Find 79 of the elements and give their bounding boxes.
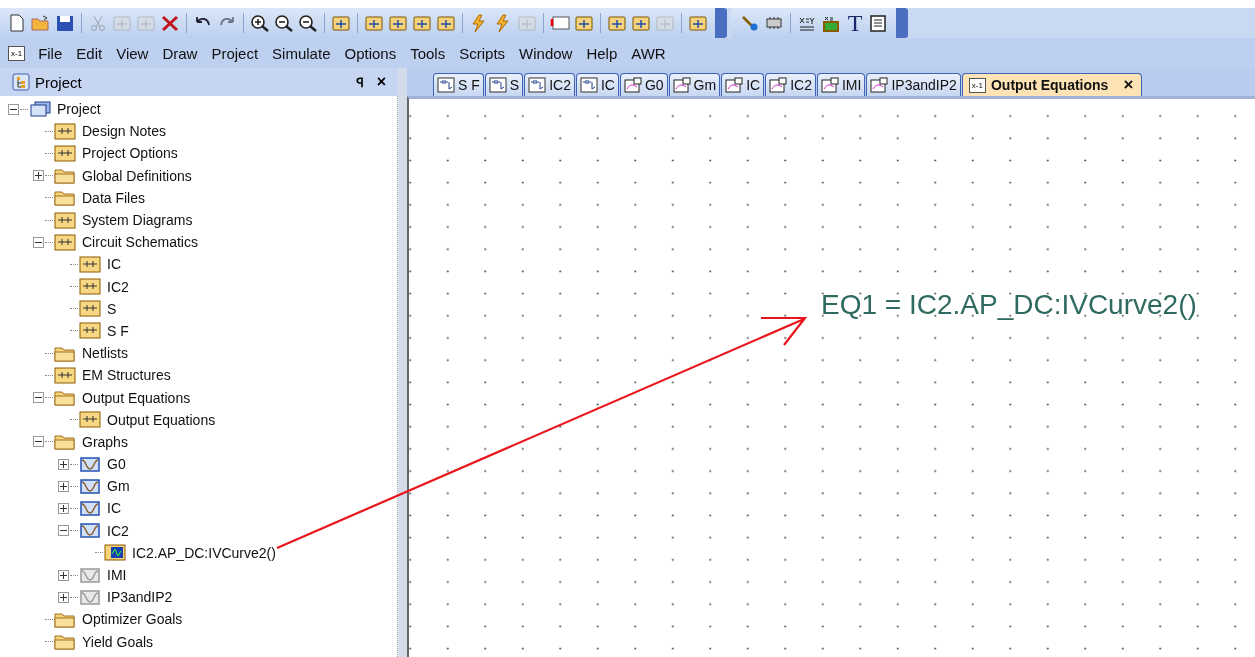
text-tool-button[interactable]: T bbox=[844, 11, 866, 35]
document-tab[interactable]: Gm bbox=[668, 73, 721, 96]
graph-icon bbox=[870, 77, 889, 93]
menu-item[interactable]: Scripts bbox=[452, 44, 513, 62]
document-tab[interactable]: S F bbox=[433, 73, 484, 96]
expander-icon[interactable] bbox=[33, 436, 44, 448]
tree-item[interactable]: EM Structures bbox=[82, 367, 171, 384]
expander-icon[interactable] bbox=[58, 458, 69, 470]
menu-item[interactable]: Project bbox=[204, 44, 266, 62]
document-tab[interactable]: IP3andIP2 bbox=[866, 73, 961, 96]
panel-title: Project bbox=[35, 73, 83, 91]
document-tab[interactable]: IMI bbox=[816, 73, 866, 96]
tree-item[interactable]: Optimizer Goals bbox=[82, 611, 183, 628]
folder-icon bbox=[54, 344, 76, 362]
graph-icon bbox=[672, 77, 691, 93]
menu-item[interactable]: Options bbox=[337, 44, 404, 62]
tree-item[interactable]: IC bbox=[107, 500, 121, 517]
folder-icon bbox=[54, 610, 76, 628]
menu-item[interactable]: Simulate bbox=[265, 44, 338, 62]
graph-icon bbox=[623, 77, 642, 93]
waveform-icon bbox=[104, 544, 126, 562]
folder-icon bbox=[54, 167, 76, 185]
menu-item[interactable]: Window bbox=[512, 44, 580, 62]
menu-item[interactable]: File bbox=[31, 44, 70, 62]
tree-item[interactable]: Circuit Schematics bbox=[82, 234, 198, 251]
windows-stack-icon bbox=[29, 100, 51, 118]
graph-icon bbox=[769, 77, 788, 93]
menu-item[interactable]: Help bbox=[579, 44, 625, 62]
graph-icon bbox=[820, 77, 839, 93]
tree-item[interactable]: G0 bbox=[107, 456, 126, 473]
pin-button[interactable]: ꟼ bbox=[351, 73, 368, 91]
expander-icon[interactable] bbox=[8, 103, 19, 115]
expander-icon[interactable] bbox=[33, 392, 44, 404]
document-tab[interactable]: G0 bbox=[619, 73, 668, 96]
tree-item[interactable]: Output Equations bbox=[107, 411, 216, 428]
tree-item[interactable]: IC bbox=[107, 256, 121, 273]
tree-item[interactable]: IC2 bbox=[107, 278, 129, 295]
menu-item[interactable]: Edit bbox=[69, 44, 110, 62]
document-icon[interactable]: x-1 bbox=[8, 45, 26, 61]
folder-icon bbox=[54, 189, 76, 207]
tree-item[interactable]: System Diagrams bbox=[82, 212, 193, 229]
tree-item[interactable]: Project bbox=[57, 101, 101, 118]
menu-item[interactable]: View bbox=[109, 44, 156, 62]
folder-icon bbox=[54, 389, 76, 407]
document-tab[interactable]: x-1 Output Equations × bbox=[961, 73, 1143, 96]
document-tab[interactable]: IC2 bbox=[524, 73, 575, 96]
equation-text: EQ1 = IC2.AP_DC:IVCurve2() bbox=[821, 289, 1197, 321]
menu-item[interactable]: Tools bbox=[403, 44, 453, 62]
tree-item[interactable]: S F bbox=[107, 322, 129, 339]
project-tree-icon bbox=[12, 73, 30, 91]
tree-item[interactable]: Global Definitions bbox=[82, 167, 192, 184]
expander-icon[interactable] bbox=[33, 236, 44, 248]
tree-item[interactable]: Data Files bbox=[82, 189, 146, 206]
folder-icon bbox=[54, 433, 76, 451]
tree-item[interactable]: Design Notes bbox=[82, 123, 167, 140]
close-tab-icon[interactable]: × bbox=[1123, 75, 1134, 95]
document-tab[interactable]: IC bbox=[575, 73, 619, 96]
tree-item[interactable]: IC2.AP_DC:IVCurve2() bbox=[132, 544, 276, 561]
expander-icon[interactable] bbox=[58, 480, 69, 492]
expander-icon[interactable] bbox=[58, 502, 69, 514]
tree-item[interactable]: Netlists bbox=[82, 345, 128, 362]
document-tab[interactable]: IC2 bbox=[765, 73, 816, 96]
document-icon: x-1 bbox=[968, 77, 986, 93]
folder-icon bbox=[54, 633, 76, 651]
tree-item[interactable]: Yield Goals bbox=[82, 633, 154, 650]
tree-item[interactable]: S bbox=[107, 300, 117, 317]
menu-item[interactable]: Draw bbox=[155, 44, 205, 62]
document-tab[interactable]: IC bbox=[721, 73, 765, 96]
tree-item[interactable]: Project Options bbox=[82, 145, 178, 162]
tree-item[interactable]: Output Equations bbox=[82, 389, 191, 406]
graph-icon bbox=[725, 77, 744, 93]
tree-item[interactable]: Graphs bbox=[82, 433, 128, 450]
close-button[interactable]: × bbox=[372, 73, 390, 91]
expander-icon[interactable] bbox=[33, 170, 44, 182]
tree-item[interactable]: Gm bbox=[107, 478, 130, 495]
menu-item[interactable]: AWR bbox=[624, 44, 673, 62]
expander-icon[interactable] bbox=[58, 525, 69, 537]
document-tab[interactable]: S bbox=[484, 73, 524, 96]
tree-item[interactable]: IC2 bbox=[107, 522, 129, 539]
